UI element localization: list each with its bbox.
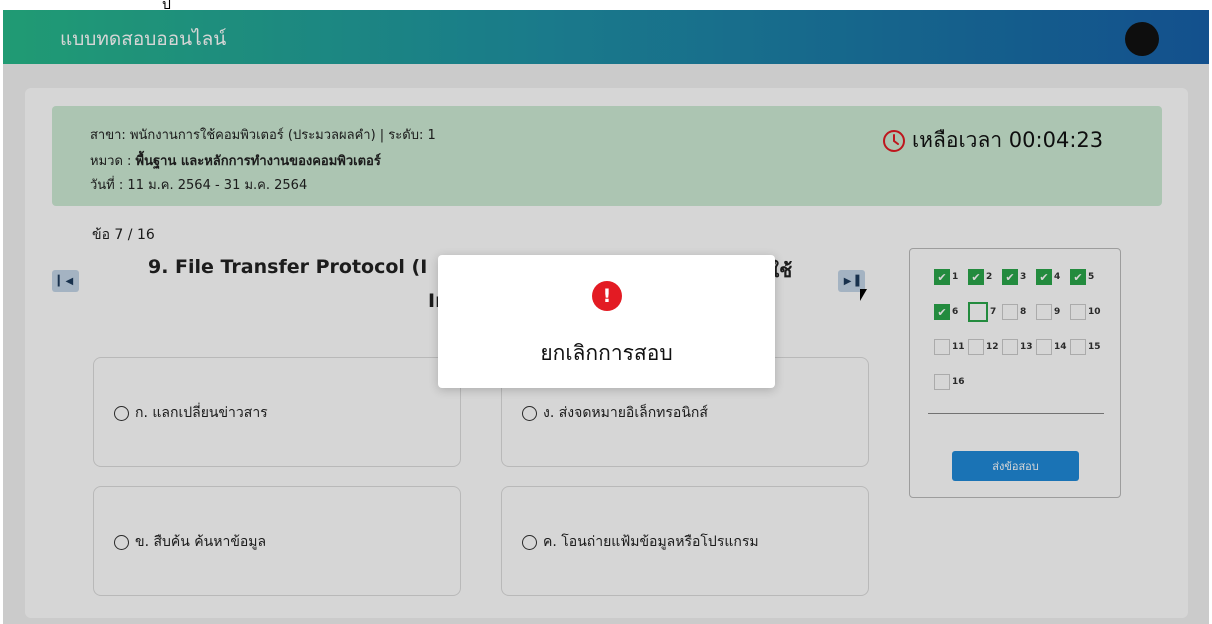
exam-app: ป แบบทดสอบออนไลน์ สาขา: พนักงานการใช้คอม… xyxy=(0,0,1212,624)
mouse-cursor xyxy=(860,289,867,301)
exclamation-icon: ! xyxy=(592,281,622,311)
cancel-exam-dialog: ! ยกเลิกการสอบ xyxy=(438,255,775,388)
dialog-message: ยกเลิกการสอบ xyxy=(540,341,673,365)
